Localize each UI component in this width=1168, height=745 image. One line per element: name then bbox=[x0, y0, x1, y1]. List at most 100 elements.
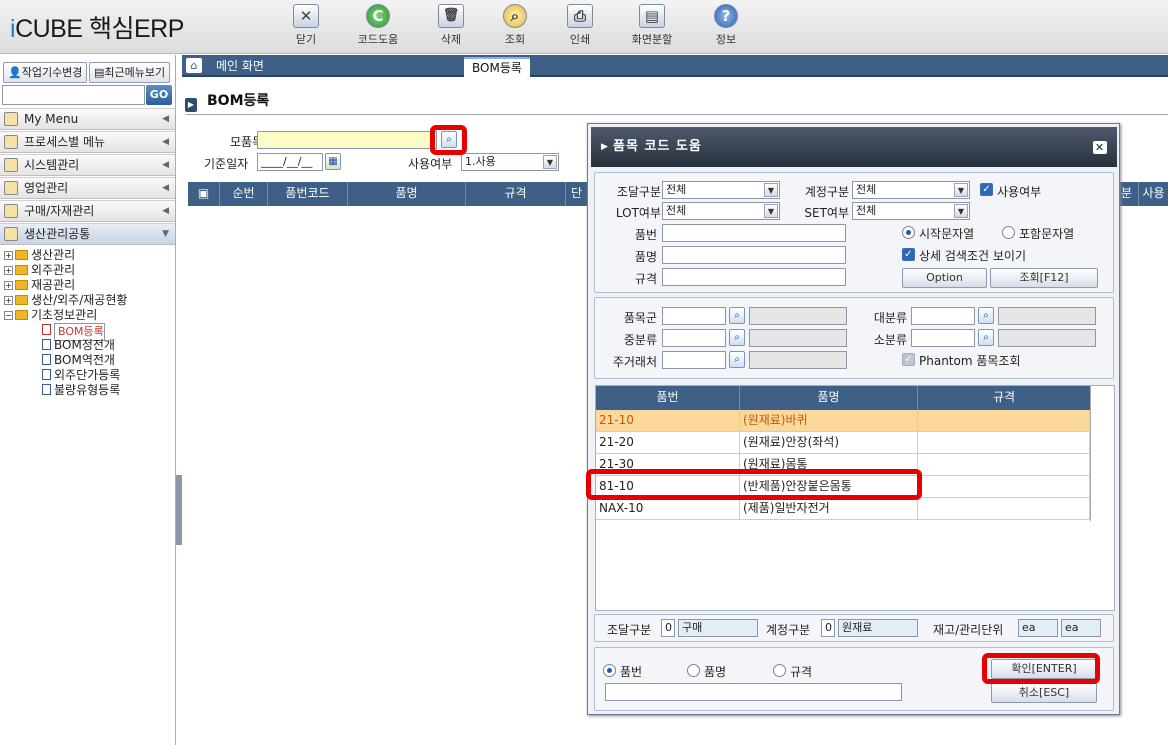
base-date-input[interactable]: ____/__/__ bbox=[257, 153, 323, 171]
account-type-label: 계정구분 bbox=[804, 185, 849, 199]
purchase-icon bbox=[4, 204, 18, 218]
account-type-select[interactable]: 전체 ▼ bbox=[852, 181, 970, 199]
item-group-input[interactable] bbox=[662, 307, 726, 325]
tree-item[interactable]: + 생산/외주/재공현황 bbox=[4, 293, 127, 308]
chevron-down-icon: ▼ bbox=[954, 204, 968, 218]
tab-main[interactable]: 메인 화면 bbox=[208, 57, 272, 77]
radio-item-name[interactable] bbox=[687, 664, 700, 677]
tree-leaf[interactable]: 외주단가등록 bbox=[42, 368, 120, 383]
tree-leaf[interactable]: 불량유형등록 bbox=[42, 383, 120, 398]
delete-button[interactable]: 🗑 삭제 bbox=[418, 4, 484, 50]
start-string-radio[interactable] bbox=[902, 226, 915, 239]
search-icon[interactable]: ⌕ bbox=[729, 329, 745, 346]
quick-search-input[interactable] bbox=[605, 683, 902, 701]
minor-class-name bbox=[998, 329, 1096, 347]
start-string-label: 시작문자열 bbox=[919, 227, 975, 241]
panel-splitter[interactable] bbox=[176, 475, 182, 545]
tree-item[interactable]: + 재공관리 bbox=[4, 278, 75, 293]
chevron-down-icon: ▼ bbox=[954, 183, 968, 197]
document-check-icon bbox=[42, 324, 51, 335]
spec-input[interactable] bbox=[662, 268, 846, 286]
contain-string-radio[interactable] bbox=[1002, 226, 1015, 239]
home-icon[interactable]: ⌂ bbox=[186, 58, 202, 73]
item-group-name bbox=[749, 307, 847, 325]
use-flag-select[interactable]: 1.사용 ▼ bbox=[461, 153, 559, 171]
table-row[interactable]: 21-10 (원재료)바퀴 bbox=[596, 410, 1090, 432]
phantom-checkbox[interactable]: ✓ bbox=[902, 353, 915, 366]
phantom-label: Phantom 품목조회 bbox=[919, 354, 1021, 368]
menu-process[interactable]: 프로세스별 메뉴 ◀ bbox=[0, 131, 175, 153]
search-icon[interactable]: ⌕ bbox=[729, 351, 745, 368]
tab-bom-register[interactable]: BOM등록 bbox=[464, 57, 530, 77]
tree-leaf-bom-register[interactable]: BOM등록 bbox=[42, 323, 105, 341]
tree-item[interactable]: + 외주관리 bbox=[4, 263, 75, 278]
mid-class-label: 중분류 bbox=[623, 333, 657, 347]
split-screen-button[interactable]: ▤ 화면분할 bbox=[619, 4, 685, 50]
recent-menu-button[interactable]: ▤최근메뉴보기 bbox=[89, 62, 171, 83]
search-icon: ⌕ bbox=[503, 4, 527, 28]
search-icon[interactable]: ⌕ bbox=[978, 307, 994, 324]
search-icon[interactable]: ⌕ bbox=[729, 307, 745, 324]
item-code-help-dialog: ▶ 품목 코드 도움 ✕ 조달구분 전체 ▼ 계정구분 전체 ▼ ✓ 사용여부 LOT여… bbox=[587, 123, 1120, 715]
radio-spec[interactable] bbox=[773, 664, 786, 677]
col-use: 사용 bbox=[1142, 186, 1165, 200]
vendor-name bbox=[749, 351, 847, 369]
page-title: ▶ BOM등록 bbox=[185, 90, 269, 112]
folder-icon bbox=[15, 280, 28, 290]
highlight-box bbox=[430, 125, 467, 155]
change-period-button[interactable]: 👤작업기수변경 bbox=[3, 62, 88, 83]
use-flag-checkbox[interactable]: ✓ bbox=[980, 183, 993, 196]
grid-menu-icon[interactable]: ▣ bbox=[188, 182, 220, 206]
tab-bar: ⌂ 메인 화면 BOM등록 bbox=[182, 55, 1168, 77]
option-button[interactable]: Option bbox=[902, 268, 987, 288]
code-help-button[interactable]: C 코드도움 bbox=[345, 4, 411, 50]
print-button[interactable]: ⎙ 인쇄 bbox=[547, 4, 613, 50]
table-row[interactable]: 21-20 (원재료)안장(좌석) bbox=[596, 432, 1090, 454]
info-button[interactable]: ? 정보 bbox=[693, 4, 759, 50]
parent-item-input[interactable] bbox=[257, 131, 437, 149]
document-icon bbox=[42, 384, 51, 395]
lot-select[interactable]: 전체 ▼ bbox=[662, 202, 780, 220]
menu-my-menu[interactable]: My Menu ◀ bbox=[0, 108, 175, 130]
info-account-code: 0 bbox=[821, 619, 835, 637]
cancel-esc-button[interactable]: 취소[ESC] bbox=[991, 683, 1097, 703]
item-no-input[interactable] bbox=[662, 224, 846, 242]
col-unit: 단위 bbox=[566, 182, 588, 206]
sales-icon bbox=[4, 181, 18, 195]
close-button[interactable]: ✕ 닫기 bbox=[273, 4, 339, 50]
menu-sales[interactable]: 영업관리 ◀ bbox=[0, 177, 175, 199]
chevron-down-icon: ▼ bbox=[543, 155, 557, 169]
minor-class-input[interactable] bbox=[911, 329, 975, 347]
close-icon[interactable]: ✕ bbox=[1093, 141, 1107, 154]
menu-purchase[interactable]: 구매/자재관리 ◀ bbox=[0, 200, 175, 222]
search-f12-button[interactable]: 조회[F12] bbox=[990, 268, 1098, 288]
major-class-input[interactable] bbox=[911, 307, 975, 325]
tree-item[interactable]: − 기초정보관리 bbox=[4, 308, 97, 323]
item-group-label: 품목군 bbox=[623, 311, 657, 325]
chevron-down-icon: ▼ bbox=[764, 183, 778, 197]
minor-class-label: 소분류 bbox=[873, 333, 907, 347]
col-item-name: 품명 bbox=[740, 386, 918, 410]
detail-search-checkbox[interactable]: ✓ bbox=[902, 248, 915, 261]
radio-item-no[interactable] bbox=[603, 664, 616, 677]
item-name-input[interactable] bbox=[662, 246, 846, 264]
table-row[interactable]: NAX-10 (제품)일반자전거 bbox=[596, 498, 1090, 520]
tree-leaf[interactable]: BOM정전개 bbox=[42, 338, 115, 353]
menu-search-input[interactable] bbox=[2, 85, 145, 105]
search-icon[interactable]: ⌕ bbox=[978, 329, 994, 346]
go-button[interactable]: GO bbox=[146, 85, 172, 105]
search-button[interactable]: ⌕ 조회 bbox=[482, 4, 548, 50]
set-select[interactable]: 전체 ▼ bbox=[852, 202, 970, 220]
calendar-icon[interactable]: ▦ bbox=[325, 153, 341, 170]
tree-item[interactable]: + 생산관리 bbox=[4, 248, 75, 263]
supply-type-select[interactable]: 전체 ▼ bbox=[662, 181, 780, 199]
vendor-input[interactable] bbox=[662, 351, 726, 369]
my-menu-icon bbox=[4, 112, 18, 126]
menu-system[interactable]: 시스템관리 ◀ bbox=[0, 154, 175, 176]
info-unit-stock: ea bbox=[1018, 619, 1058, 637]
menu-production-common[interactable]: 생산관리공통 ▼ bbox=[0, 223, 175, 245]
mid-class-input[interactable] bbox=[662, 329, 726, 347]
classification-panel: 품목군 ⌕ 대분류 ⌕ 중분류 ⌕ 소분류 ⌕ 주거래처 ⌕ ✓ Phantom… bbox=[594, 297, 1114, 379]
tree-leaf[interactable]: BOM역전개 bbox=[42, 353, 115, 368]
col-itemcode: 품번코드 bbox=[268, 182, 348, 206]
